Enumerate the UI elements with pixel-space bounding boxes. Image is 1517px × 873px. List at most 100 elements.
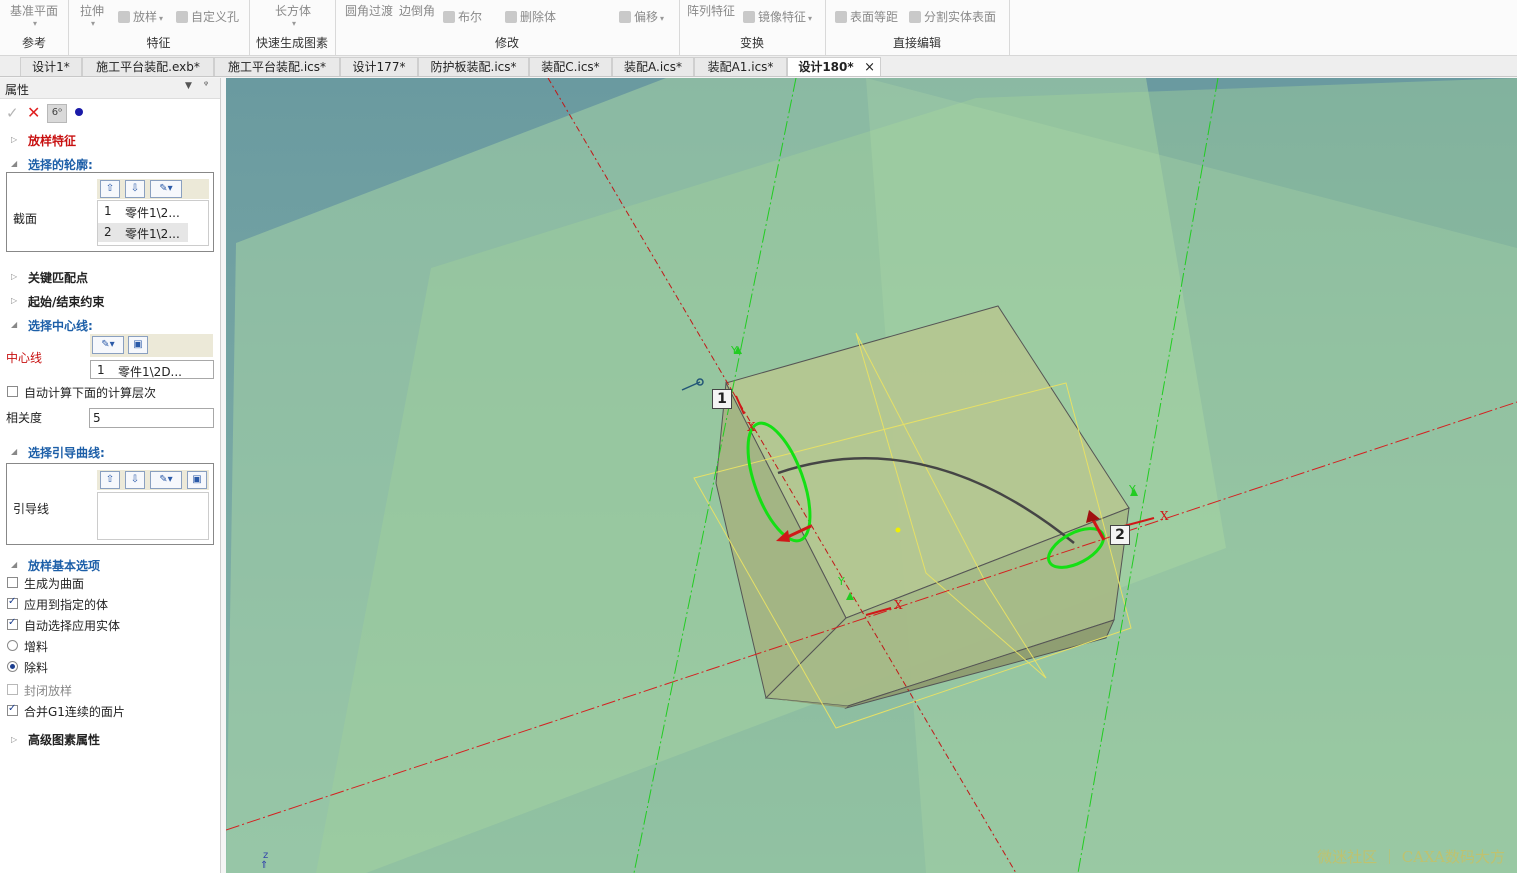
collapse-arrow-icon[interactable]: ◢	[11, 159, 17, 168]
section-centerline[interactable]: 选择中心线:	[28, 317, 93, 334]
pattern-feature-button[interactable]: 阵列特征	[687, 2, 735, 19]
list-item-value: 零件1\2...	[125, 227, 180, 241]
cancel-icon[interactable]: ✕	[27, 103, 40, 122]
properties-panel: 属性 ▼ ᵠ ✓ ✕ 6ᵒ ▷ 放样特征 ◢ 选择的轮廓: 截面 ⇧ ⇩ ✎▾ …	[0, 78, 221, 873]
fillet-button[interactable]: 圆角过渡	[345, 2, 393, 19]
profile-list[interactable]: 1 零件1\2... 2 零件1\2...	[97, 200, 209, 246]
custom-hole-button[interactable]: 自定义孔	[176, 8, 239, 25]
3d-viewport[interactable]: 1 2 X X X Y Y Y z ⇑ 微迷社区 ｜ CAXA数码大方	[226, 78, 1517, 873]
tab-design1[interactable]: 设计1*	[20, 57, 82, 76]
mirror-feature-button[interactable]: 镜像特征 ▾	[743, 8, 812, 25]
document-tab-bar: 设计1* 施工平台装配.exb* 施工平台装配.ics* 设计177* 防护板装…	[0, 56, 1517, 77]
collapse-arrow-icon[interactable]: ◢	[11, 447, 17, 456]
section-advanced[interactable]: 高级图素属性	[28, 731, 100, 748]
tab-assembly-c[interactable]: 装配C.ics*	[529, 57, 612, 76]
auto-select-body-checkbox[interactable]	[7, 617, 18, 630]
centerline-toolbar: ✎▾ ▣	[90, 334, 213, 357]
option-label: 自动选择应用实体	[24, 619, 121, 633]
tab-platform-exb[interactable]: 施工平台装配.exb*	[82, 57, 214, 76]
section-guide-curves[interactable]: 选择引导曲线:	[28, 444, 105, 461]
hole-icon	[176, 11, 188, 23]
delete-body-button[interactable]: 删除体	[505, 8, 556, 25]
mirror-icon	[743, 11, 755, 23]
marker-2[interactable]: 2	[1110, 525, 1130, 545]
boolean-button[interactable]: 布尔	[443, 8, 482, 25]
apply-to-body-checkbox[interactable]	[7, 596, 18, 609]
list-item[interactable]: 1 零件1\2...	[98, 204, 208, 222]
section-loft-feature[interactable]: 放样特征	[28, 132, 76, 149]
move-down-icon[interactable]: ⇩	[125, 180, 145, 198]
section-key-match-points[interactable]: 关键匹配点	[28, 269, 88, 286]
edit-dropdown-icon[interactable]: ✎▾	[150, 180, 182, 198]
tab-design177[interactable]: 设计177*	[340, 57, 418, 76]
face-offset-button[interactable]: 表面等距	[835, 8, 898, 25]
ribbon-group-feature: 拉伸 ▾ 放样 ▾ 自定义孔 特征	[68, 0, 250, 55]
preview-icon[interactable]: 6ᵒ	[47, 104, 67, 123]
option-label: 封闭放样	[24, 684, 73, 698]
group-label-quick-primitives: 快速生成图素	[255, 36, 328, 50]
closed-loft-checkbox[interactable]	[7, 684, 18, 695]
split-face-icon	[909, 11, 921, 23]
expand-arrow-icon[interactable]: ▷	[11, 735, 17, 744]
viewport-canvas	[226, 78, 1517, 873]
centerline-list[interactable]: 1 零件1\2D...	[90, 360, 214, 379]
datum-plane-button[interactable]: 基准平面 ▾	[10, 2, 58, 28]
guide-curve-label: 引导线	[13, 502, 50, 516]
panel-menu-icon[interactable]: ▼	[185, 81, 192, 91]
section-label: 截面	[13, 212, 38, 226]
ribbon-group-modify: 圆角过渡 边倒角 布尔 删除体 偏移 ▾ 修改	[335, 0, 680, 55]
pin-icon[interactable]: ᵠ	[204, 80, 208, 91]
expand-arrow-icon[interactable]: ▷	[11, 296, 17, 305]
merge-g1-checkbox[interactable]	[7, 703, 18, 716]
auto-compute-checkbox[interactable]	[7, 386, 18, 397]
option-label: 除料	[24, 661, 49, 675]
section-start-end-constraints[interactable]: 起始/结束约束	[28, 293, 104, 310]
split-face-button[interactable]: 分割实体表面	[909, 8, 996, 25]
extrude-button[interactable]: 拉伸 ▾	[80, 2, 104, 28]
tab-guard-assembly[interactable]: 防护板装配.ics*	[418, 57, 529, 76]
edit-dropdown-icon[interactable]: ✎▾	[150, 471, 182, 489]
pick-icon[interactable]: ▣	[128, 336, 148, 354]
close-icon[interactable]: ×	[864, 58, 875, 77]
profile-group-box: 截面 ⇧ ⇩ ✎▾ 1 零件1\2... 2 零件1\2...	[6, 172, 214, 252]
box-primitive-button[interactable]: 长方体 ▾	[275, 2, 311, 28]
list-item[interactable]: 2 零件1\2...	[98, 223, 188, 242]
section-selected-profiles[interactable]: 选择的轮廓:	[28, 156, 93, 173]
option-label: 生成为曲面	[24, 577, 85, 591]
edit-dropdown-icon[interactable]: ✎▾	[92, 336, 124, 354]
list-item-index: 1	[104, 204, 112, 218]
loft-icon	[118, 11, 130, 23]
pick-icon[interactable]: ▣	[187, 471, 207, 489]
tab-design180[interactable]: 设计180* ×	[787, 57, 881, 76]
tab-assembly-a1[interactable]: 装配A1.ics*	[694, 57, 787, 76]
move-down-icon[interactable]: ⇩	[125, 471, 145, 489]
marker-1[interactable]: 1	[712, 389, 732, 409]
confirm-icon[interactable]: ✓	[6, 104, 19, 122]
tab-assembly-a[interactable]: 装配A.ics*	[612, 57, 694, 76]
watermark: 微迷社区 ｜ CAXA数码大方	[1317, 848, 1505, 866]
offset-button[interactable]: 偏移 ▾	[619, 8, 664, 25]
move-up-icon[interactable]: ⇧	[100, 471, 120, 489]
guide-curve-list[interactable]	[97, 492, 209, 540]
group-label-transform: 变换	[739, 36, 764, 50]
section-basic-options[interactable]: 放样基本选项	[28, 557, 100, 574]
generate-surface-checkbox[interactable]	[7, 577, 18, 588]
chamfer-button[interactable]: 边倒角	[399, 2, 435, 19]
option-label: 应用到指定的体	[24, 598, 109, 612]
expand-arrow-icon[interactable]: ▷	[11, 272, 17, 281]
correlation-value: 5	[93, 411, 101, 425]
list-item-index: 2	[104, 225, 112, 239]
collapse-arrow-icon[interactable]: ◢	[11, 560, 17, 569]
remove-material-radio[interactable]	[7, 661, 18, 672]
loft-button[interactable]: 放样 ▾	[118, 8, 163, 25]
boolean-icon	[443, 11, 455, 23]
panel-title: 属性	[5, 83, 30, 97]
correlation-input[interactable]: 5	[89, 408, 214, 428]
move-up-icon[interactable]: ⇧	[100, 180, 120, 198]
axis-y-label: Y	[838, 575, 845, 588]
collapse-arrow-icon[interactable]: ◢	[11, 320, 17, 329]
ribbon-toolbar: 基准平面 ▾ 参考 拉伸 ▾ 放样 ▾ 自定义孔 特征 长方体 ▾ 快速生成图素 圆角过…	[0, 0, 1517, 56]
tab-platform-ics[interactable]: 施工平台装配.ics*	[214, 57, 340, 76]
expand-arrow-icon[interactable]: ▷	[11, 135, 17, 144]
add-material-radio[interactable]	[7, 640, 18, 651]
